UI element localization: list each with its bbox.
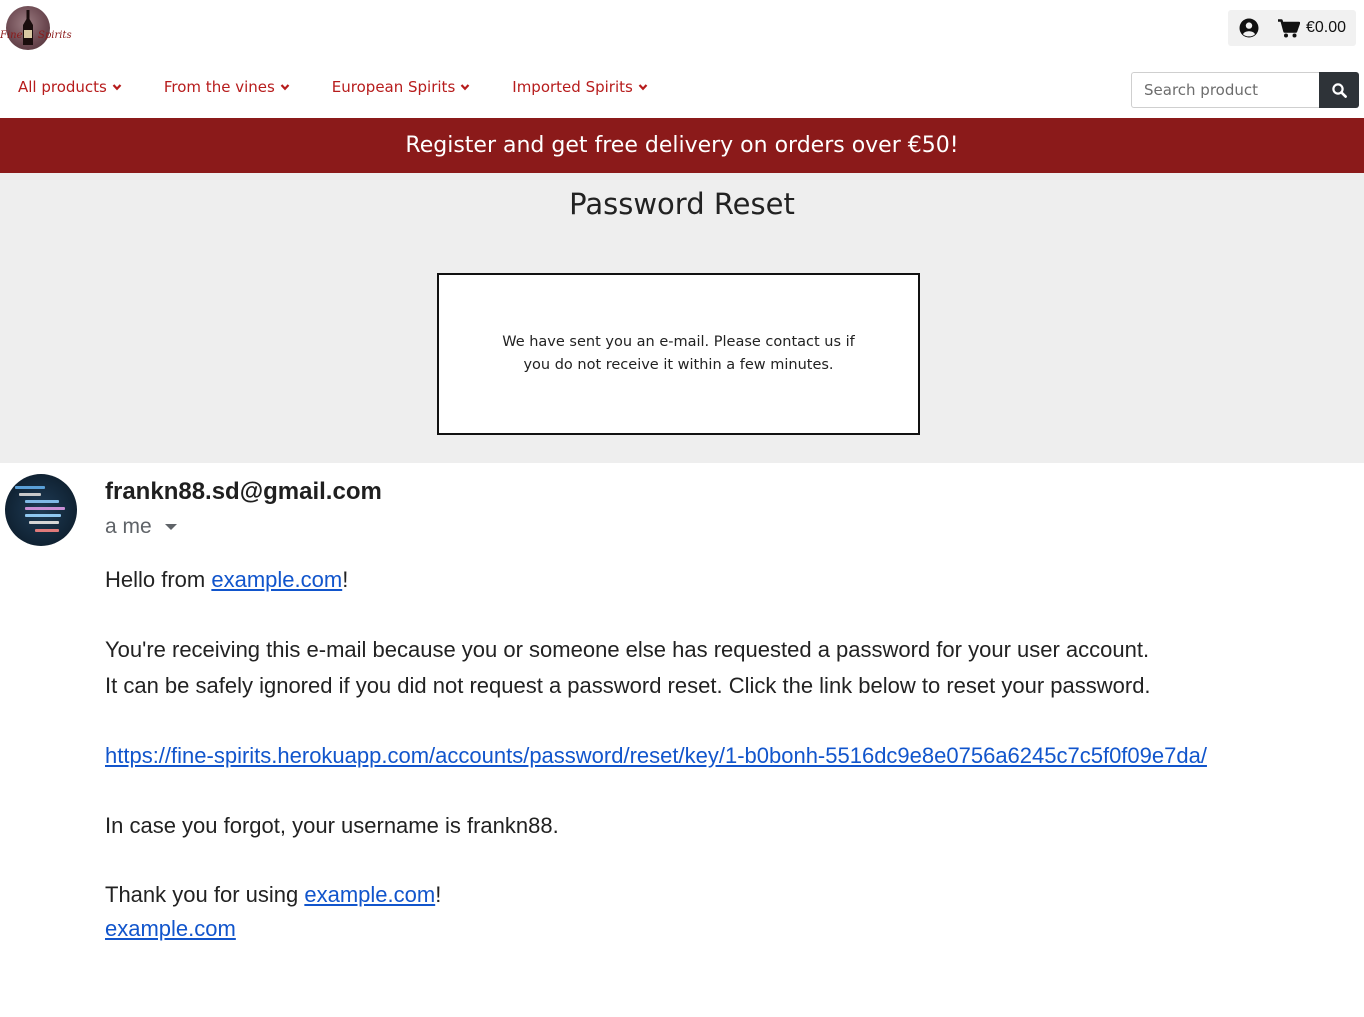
thanks-link[interactable]: example.com <box>304 882 435 907</box>
avatar-code-line <box>35 529 59 532</box>
promo-banner: Register and get free delivery on orders… <box>0 118 1364 173</box>
nav-all-products[interactable]: All products <box>18 78 122 96</box>
email-recipient-toggle[interactable]: a me <box>105 515 178 539</box>
thanks-suffix: ! <box>435 882 442 907</box>
thanks-prefix: Thank you for using <box>105 882 305 907</box>
nav-label: European Spirits <box>331 78 456 96</box>
avatar-code-line <box>25 514 61 517</box>
wine-bottle-icon <box>23 10 33 45</box>
chevron-down-icon <box>460 84 470 91</box>
avatar-code-line <box>19 493 41 496</box>
greeting-suffix: ! <box>342 567 349 592</box>
username-line: In case you forgot, your username is fra… <box>105 813 559 838</box>
signature-link[interactable]: example.com <box>105 916 236 941</box>
nav-from-the-vines[interactable]: From the vines <box>164 78 290 96</box>
nav-imported-spirits[interactable]: Imported Spirits <box>512 78 648 96</box>
product-search <box>1131 72 1359 108</box>
avatar-code-line <box>15 486 45 489</box>
email-sender: frankn88.sd@gmail.com <box>105 478 382 505</box>
caret-down-icon <box>164 524 177 530</box>
nav-label: Imported Spirits <box>512 78 633 96</box>
greeting-link[interactable]: example.com <box>211 567 342 592</box>
nav-label: From the vines <box>163 78 275 96</box>
signature-line: example.com <box>105 912 1345 946</box>
logo-text-spirits: Spirits <box>38 30 72 41</box>
chevron-down-icon <box>280 84 290 91</box>
thanks-line: Thank you for using example.com! <box>105 878 1345 912</box>
user-circle-icon <box>1239 18 1259 38</box>
notice-box: We have sent you an e-mail. Please conta… <box>437 273 920 435</box>
avatar-code-line <box>29 521 59 524</box>
search-button[interactable] <box>1319 72 1359 108</box>
greeting-line: Hello from example.com! <box>105 562 1345 598</box>
account-button[interactable] <box>1228 10 1270 46</box>
email-body: Hello from example.com! You're receiving… <box>105 562 1345 946</box>
logo-text-fine: Fine <box>0 30 23 41</box>
recipient-label: a me <box>105 515 152 538</box>
shopping-cart-icon <box>1277 18 1300 37</box>
cart-button[interactable]: €0.00 <box>1270 10 1356 46</box>
nav-label: All products <box>18 78 107 96</box>
reset-link-line: https://fine-spirits.herokuapp.com/accou… <box>105 738 1345 774</box>
nav-european-spirits[interactable]: European Spirits <box>332 78 470 96</box>
page-title: Password Reset <box>569 187 795 221</box>
chevron-down-icon <box>638 84 648 91</box>
body-line-1: You're receiving this e-mail because you… <box>105 637 1150 662</box>
sender-avatar <box>5 474 77 546</box>
cart-total: €0.00 <box>1305 19 1346 36</box>
site-header: Fine Spirits €0.00 All products From the… <box>0 0 1364 118</box>
header-actions: €0.00 <box>1227 10 1356 46</box>
site-logo[interactable]: Fine Spirits <box>0 4 72 54</box>
search-icon <box>1331 82 1347 98</box>
chevron-down-icon <box>112 84 122 91</box>
password-reset-link[interactable]: https://fine-spirits.herokuapp.com/accou… <box>105 743 1207 768</box>
body-line-2: It can be safely ignored if you did not … <box>105 673 1151 698</box>
notice-message: We have sent you an e-mail. Please conta… <box>502 334 855 373</box>
password-reset-section: Password Reset We have sent you an e-mai… <box>0 173 1364 463</box>
avatar-code-line <box>25 500 59 503</box>
search-input[interactable] <box>1131 72 1319 108</box>
main-nav: All products From the vines European Spi… <box>18 78 690 96</box>
avatar-code-line <box>25 507 65 510</box>
greeting-prefix: Hello from <box>105 567 212 592</box>
